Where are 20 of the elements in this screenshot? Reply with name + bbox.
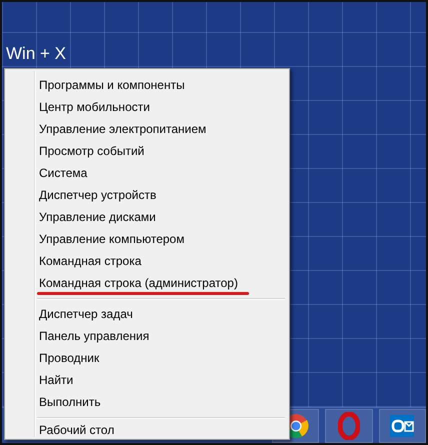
- menu-item[interactable]: Диспетчер устройств: [7, 184, 287, 206]
- ring-icon: [338, 412, 360, 440]
- menu-item[interactable]: Управление компьютером: [7, 228, 287, 250]
- menu-item[interactable]: Выполнить: [7, 391, 287, 413]
- menu-item[interactable]: Система: [7, 162, 287, 184]
- taskbar-button[interactable]: [378, 408, 426, 442]
- menu-item[interactable]: Центр мобильности: [7, 96, 287, 118]
- menu-item[interactable]: Командная строка (администратор): [7, 272, 287, 294]
- mail-icon: [389, 412, 416, 438]
- menu-item[interactable]: Управление дисками: [7, 206, 287, 228]
- menu-item[interactable]: Панель управления: [7, 325, 287, 347]
- menu-item[interactable]: Проводник: [7, 347, 287, 369]
- menu-item[interactable]: Рабочий стол: [7, 419, 287, 441]
- menu-item[interactable]: Просмотр событий: [7, 140, 287, 162]
- menu-item[interactable]: Программы и компоненты: [7, 74, 287, 96]
- menu-item[interactable]: Диспетчер задач: [7, 303, 287, 325]
- menu-item[interactable]: Управление электропитанием: [7, 118, 287, 140]
- hotkey-label: Win + X: [6, 44, 66, 64]
- menu-item[interactable]: Найти: [7, 369, 287, 391]
- menu-item[interactable]: Командная строка: [7, 250, 287, 272]
